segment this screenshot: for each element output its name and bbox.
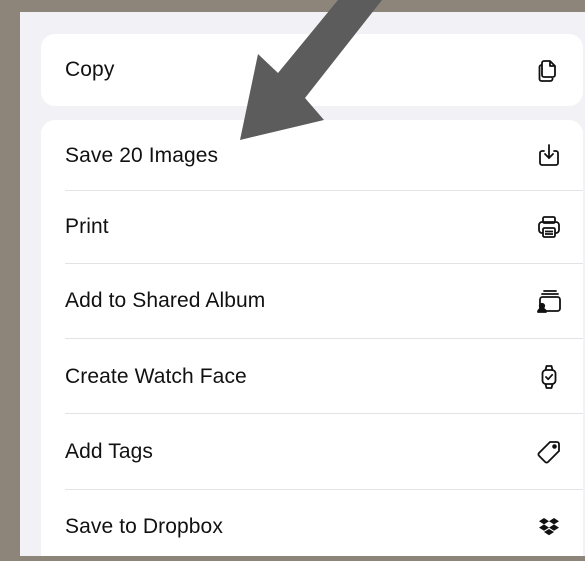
save-images-label: Save 20 Images: [65, 143, 219, 167]
add-to-shared-album-button[interactable]: Add to Shared Album: [41, 264, 583, 338]
print-button[interactable]: Print: [41, 191, 583, 263]
copy-group: Copy: [41, 34, 583, 106]
add-tags-button[interactable]: Add Tags: [41, 414, 583, 489]
actions-group: Save 20 Images Print Add to Shared Album…: [41, 120, 583, 556]
dropbox-icon: [535, 513, 563, 541]
printer-icon: [535, 213, 563, 241]
print-label: Print: [65, 215, 109, 238]
share-sheet: Copy Save 20 Images Print Add to Shared …: [20, 12, 585, 556]
save-images-button[interactable]: Save 20 Images: [41, 120, 583, 191]
watch-face-label: Create Watch Face: [65, 364, 247, 388]
copy-label: Copy: [65, 58, 115, 81]
shared-album-icon: [535, 287, 563, 315]
create-watch-face-button[interactable]: Create Watch Face: [41, 339, 583, 414]
copy-icon: [535, 56, 563, 84]
watch-icon: [535, 363, 563, 391]
add-tags-label: Add Tags: [65, 439, 153, 463]
shared-album-label: Add to Shared Album: [65, 289, 266, 312]
save-to-dropbox-button[interactable]: Save to Dropbox: [41, 490, 583, 556]
dropbox-label: Save to Dropbox: [65, 515, 223, 538]
copy-button[interactable]: Copy: [41, 34, 583, 106]
save-images-icon: [535, 142, 563, 170]
tag-icon: [535, 438, 563, 466]
